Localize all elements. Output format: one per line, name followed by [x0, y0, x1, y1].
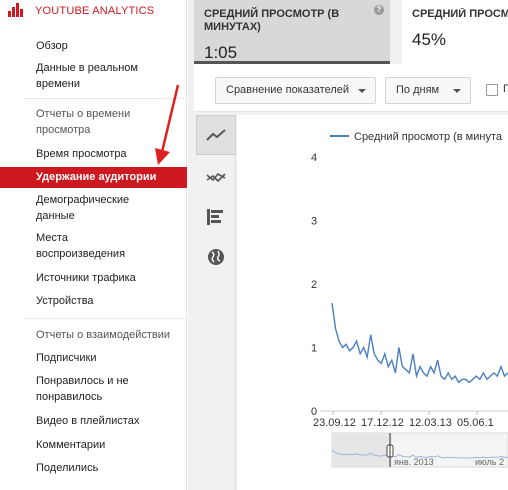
globe-map-icon: [208, 249, 224, 265]
analytics-logo-icon: [8, 3, 24, 17]
sidebar-item-traffic-sources[interactable]: Источники трафика: [0, 270, 187, 286]
x-tick-label: 05.06.1: [457, 417, 494, 429]
navigator-mask: [332, 433, 392, 467]
sidebar-item-subscribers[interactable]: Подписчики: [0, 350, 187, 366]
sidebar-item-likes-dislikes[interactable]: Понравилось и не понравилось: [0, 373, 150, 405]
chart-area: Средний просмотр (в минута 01234 23.09.1…: [237, 115, 508, 490]
sidebar-item-playlists[interactable]: Видео в плейлистах: [0, 413, 187, 429]
map-chart-button[interactable]: [196, 237, 236, 277]
metric-card-avg-view-percent[interactable]: Средний просмо (в процентах) 45%: [402, 0, 508, 64]
sidebar-item-overview[interactable]: Обзор: [0, 38, 187, 54]
sidebar-item-devices[interactable]: Устройства: [0, 293, 187, 309]
multi-line-chart-button[interactable]: [196, 157, 236, 197]
main-panel: Средний просмотр (в минутах) 1:05 ? Сред…: [188, 0, 508, 490]
sidebar-item-demographics[interactable]: Демографические данные: [0, 192, 150, 224]
dropdown-label: Сравнение показателей: [226, 84, 349, 96]
x-tick-label: 12.03.13: [409, 417, 452, 429]
compare-metrics-dropdown[interactable]: Сравнение показателей: [215, 77, 376, 104]
sidebar-item-realtime[interactable]: Данные в реальном времени: [0, 60, 150, 92]
sidebar-divider: [24, 318, 187, 319]
y-tick-label: 3: [311, 216, 317, 228]
sidebar-item-audience-retention[interactable]: Удержание аудитории: [0, 167, 187, 188]
metric-value: 1:05: [204, 43, 238, 62]
help-icon[interactable]: ?: [374, 5, 384, 15]
series-line: [331, 303, 508, 384]
sidebar-section-watchtime[interactable]: Отчеты о времени просмотра: [0, 106, 150, 138]
y-tick-label: 2: [311, 279, 317, 291]
navigator-label: янв. 2013: [394, 457, 434, 467]
chart-toolbar: Сравнение показателей По дням Пр: [194, 64, 508, 112]
metric-label: Средний просмотр (в минутах): [204, 8, 340, 33]
legend-label: Средний просмотр (в минута: [354, 131, 503, 143]
navigator-label: июль 2: [475, 457, 504, 467]
y-tick-label: 4: [311, 152, 317, 164]
bar-chart-icon: [207, 209, 223, 225]
sidebar-item-playback-locations[interactable]: Места воспроизведения: [0, 230, 150, 262]
chart-type-selector: [196, 115, 236, 490]
sidebar-item-comments[interactable]: Комментарии: [0, 437, 187, 453]
retention-line-chart: Средний просмотр (в минута 01234 23.09.1…: [311, 131, 508, 468]
compare-checkbox[interactable]: [486, 84, 498, 96]
sidebar-title: YOUTUBE ANALYTICS: [35, 5, 155, 17]
annotation-arrow: [155, 84, 180, 165]
sidebar-item-shares[interactable]: Поделились: [0, 460, 187, 476]
bar-chart-button[interactable]: [196, 197, 236, 237]
x-tick-label: 17.12.12: [361, 417, 404, 429]
dropdown-label: По дням: [396, 84, 440, 96]
metric-label: Средний просмо (в процентах): [412, 8, 508, 20]
sidebar: YOUTUBE ANALYTICS Обзор Данные в реально…: [0, 0, 187, 490]
multi-line-chart-icon: [206, 172, 226, 183]
metric-card-avg-view-minutes[interactable]: Средний просмотр (в минутах) 1:05 ?: [194, 0, 390, 64]
line-chart-button[interactable]: [196, 115, 236, 155]
chevron-down-icon: [358, 89, 366, 93]
y-tick-label: 1: [311, 343, 317, 355]
line-chart-icon: [206, 129, 226, 141]
checkbox-label: Пр: [503, 83, 508, 95]
chevron-down-icon: [453, 89, 461, 93]
sidebar-header[interactable]: YOUTUBE ANALYTICS: [0, 0, 187, 22]
period-dropdown[interactable]: По дням: [385, 77, 471, 104]
x-tick-label: 23.09.12: [313, 417, 356, 429]
metric-value: 45%: [412, 30, 447, 49]
sidebar-section-engagement[interactable]: Отчеты о взаимодействии: [0, 327, 187, 343]
